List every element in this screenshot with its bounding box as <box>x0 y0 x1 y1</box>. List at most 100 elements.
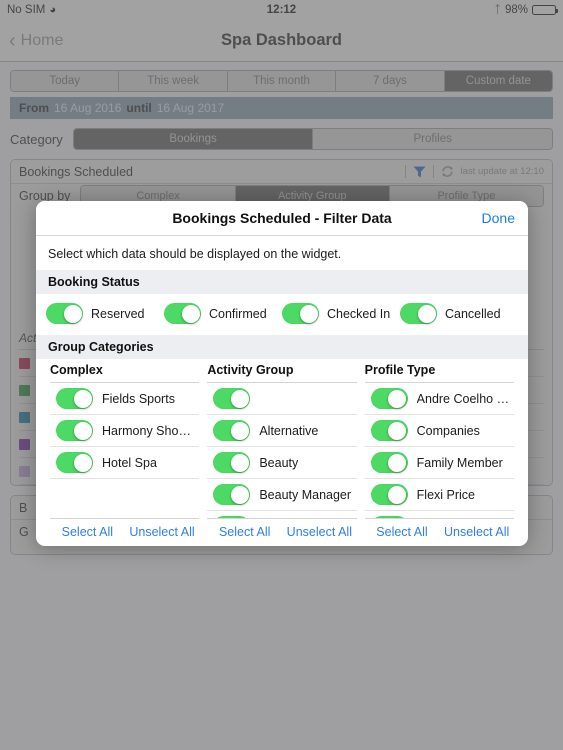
widget-tools: last update at 12:10 <box>404 165 544 178</box>
toggle-knob <box>63 304 82 323</box>
toggle-confirmed[interactable] <box>164 303 201 324</box>
unselect-all-link[interactable]: Unselect All <box>439 525 514 539</box>
category-segment-bookings[interactable]: Bookings <box>73 129 314 149</box>
battery-icon <box>532 5 558 15</box>
screen: No SIM ◕ 12:12 ᛏ 98% ‹ Home Spa Dashboar… <box>0 0 563 750</box>
date-until-label: until <box>126 101 152 115</box>
period-segment-7-days[interactable]: 7 days <box>336 71 445 91</box>
legend-color-swatch <box>19 357 30 369</box>
category-segmented-control[interactable]: Bookings Profiles <box>72 128 553 150</box>
category-option-row[interactable]: Alternative <box>207 415 357 447</box>
toggle-knob <box>388 485 407 504</box>
toggle-reserved[interactable] <box>46 303 83 324</box>
toggle-flexi-price[interactable] <box>370 484 408 505</box>
category-label: Category <box>10 131 63 147</box>
toggle-knob <box>388 389 407 408</box>
funnel-icon[interactable] <box>413 165 426 178</box>
category-column-footer: Select All Unselect All <box>50 518 200 546</box>
toggle-beauty-manager[interactable] <box>213 484 251 505</box>
booking-status-item[interactable]: Cancelled <box>400 303 518 324</box>
unselect-all-link[interactable]: Unselect All <box>282 525 357 539</box>
toggle-knob <box>299 304 318 323</box>
period-segmented-control[interactable]: Today This week This month 7 days Custom dat… <box>10 70 553 92</box>
category-option-row[interactable]: Beauty Manager <box>207 479 357 511</box>
toggle-knob <box>230 421 249 440</box>
category-option-list: Andre Coelho Visi… Companies Family Member… <box>364 383 514 518</box>
done-button[interactable]: Done <box>482 210 515 226</box>
category-option-row[interactable]: Companies <box>364 415 514 447</box>
toggle-knob <box>230 517 249 518</box>
toggle-alternative[interactable] <box>213 420 251 441</box>
toggle-cancelled[interactable] <box>400 303 437 324</box>
group-categories-columns: Complex Fields Sports Harmony Showers Hotel… <box>36 359 528 546</box>
category-option-row[interactable]: Fields Sports <box>50 383 200 415</box>
category-option-row[interactable]: Full Member <box>365 511 514 518</box>
category-option-row[interactable]: Beauty <box>207 447 357 479</box>
widget-title: Bookings Scheduled <box>19 164 133 179</box>
booking-status-item[interactable]: Reserved <box>46 303 164 324</box>
category-option-row[interactable]: Flexi Price <box>364 479 514 511</box>
legend-color-swatch <box>19 465 30 477</box>
toggle-full-member[interactable] <box>370 516 408 518</box>
date-range-bar[interactable]: From 16 Aug 2016 until 16 Aug 2017 <box>10 97 553 119</box>
toggle-knob <box>388 453 407 472</box>
date-until-value[interactable]: 16 Aug 2017 <box>157 101 224 115</box>
period-segment-custom-date[interactable]: Custom date <box>444 71 552 91</box>
toggle-family-member[interactable] <box>370 452 408 473</box>
booking-status-toggles: Reserved Confirmed Checked In Cancelled <box>36 294 528 335</box>
toggle-knob <box>388 421 407 440</box>
category-option-row[interactable]: Hotel Spa <box>50 447 200 479</box>
toggle-knob <box>230 485 249 504</box>
widget-header: Bookings Scheduled last update at 12:10 <box>11 160 552 184</box>
toggle-business[interactable] <box>213 516 251 518</box>
toggle-knob <box>417 304 436 323</box>
toggle-andre-coelho-visi[interactable] <box>370 388 408 409</box>
battery-percent-label: 98% <box>504 4 528 16</box>
select-all-link[interactable]: Select All <box>365 525 440 539</box>
booking-status-label: Reserved <box>91 306 145 321</box>
legend-color-swatch <box>19 411 30 423</box>
period-segment-this-month[interactable]: This month <box>227 71 337 91</box>
category-option-row[interactable] <box>207 383 357 415</box>
unselect-all-link[interactable]: Unselect All <box>125 525 200 539</box>
category-option-label: Andre Coelho Visi… <box>416 391 514 406</box>
select-all-link[interactable]: Select All <box>207 525 282 539</box>
refresh-icon[interactable] <box>441 165 454 178</box>
toggle-harmony-showers[interactable] <box>56 420 93 441</box>
navigation-bar: ‹ Home Spa Dashboard <box>0 20 563 62</box>
booking-status-label: Confirmed <box>209 306 267 321</box>
toggle-knob <box>181 304 200 323</box>
category-option-row[interactable]: Harmony Showers <box>50 415 200 447</box>
modal-header: Bookings Scheduled - Filter Data Done <box>36 201 528 236</box>
toggle-hotel-spa[interactable] <box>56 452 93 473</box>
toggle-beauty[interactable] <box>213 452 251 473</box>
category-option-row[interactable]: Andre Coelho Visi… <box>364 383 514 415</box>
category-option-label: Alternative <box>259 423 319 438</box>
booking-status-item[interactable]: Checked In <box>282 303 400 324</box>
modal-subtitle: Select which data should be displayed on… <box>48 247 342 261</box>
toggle-fields-sports[interactable] <box>56 388 93 409</box>
date-from-value[interactable]: 16 Aug 2016 <box>54 101 121 115</box>
select-all-link[interactable]: Select All <box>50 525 125 539</box>
category-column-title: Profile Type <box>364 359 514 383</box>
toggle-knob <box>73 421 92 440</box>
toggle-checked-in[interactable] <box>282 303 319 324</box>
category-column-footer: Select All Unselect All <box>364 518 514 546</box>
booking-status-label: Checked In <box>327 306 391 321</box>
status-bar-time: 12:12 <box>266 4 297 16</box>
toggle-knob <box>73 389 92 408</box>
toggle-companies[interactable] <box>370 420 408 441</box>
date-from-label: From <box>19 101 49 115</box>
legend-color-swatch <box>19 384 30 396</box>
category-option-row[interactable]: Business <box>207 511 356 518</box>
booking-status-item[interactable]: Confirmed <box>164 303 282 324</box>
category-row: Category Bookings Profiles <box>10 128 553 150</box>
category-option-row[interactable]: Family Member <box>364 447 514 479</box>
toggle-option-1-0[interactable] <box>213 388 251 409</box>
bluetooth-icon: ᛏ <box>494 4 501 16</box>
category-option-label: Family Member <box>416 455 503 470</box>
period-segment-this-week[interactable]: This week <box>119 71 228 91</box>
divider <box>432 165 434 178</box>
category-segment-profiles[interactable]: Profiles <box>313 129 552 149</box>
period-segment-today[interactable]: Today <box>11 71 120 91</box>
